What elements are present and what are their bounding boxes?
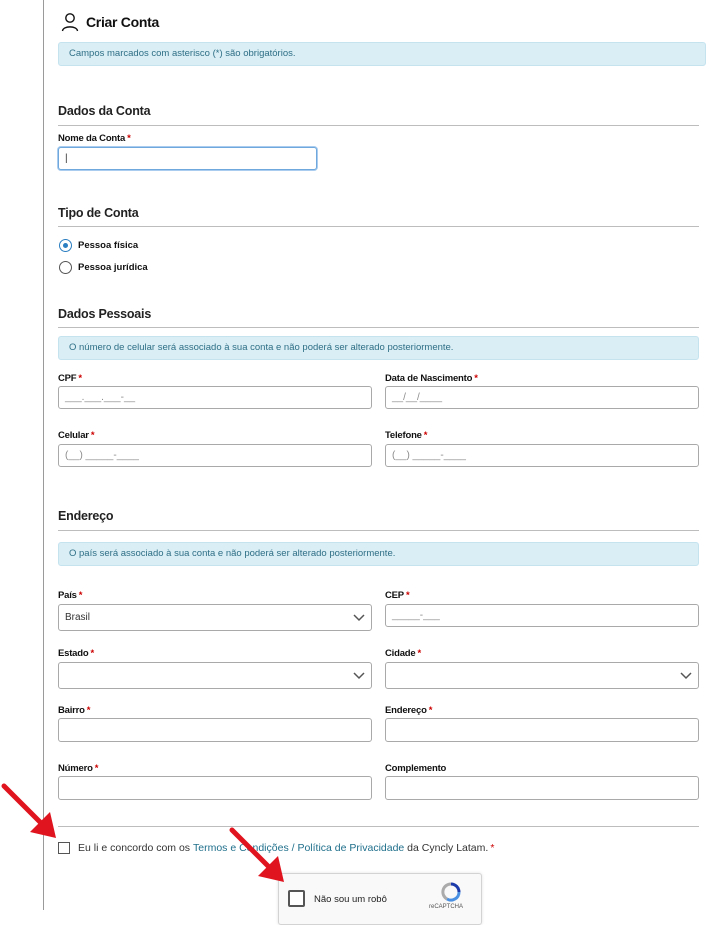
birth-date-input[interactable]: __/__/____ [385, 386, 699, 409]
terms-text-prefix: Eu li e concordo com os [78, 842, 193, 854]
cep-input[interactable]: _____-___ [385, 604, 699, 627]
cpf-input[interactable]: ___.___.___-__ [58, 386, 372, 409]
mobile-input[interactable]: (__) _____-____ [58, 444, 372, 467]
recaptcha-brand: reCAPTCHA [429, 904, 464, 910]
country-label: País * [58, 590, 83, 601]
street-input[interactable] [385, 718, 699, 742]
radio-button[interactable] [59, 261, 72, 274]
required-fields-notice: Campos marcados com asterisco (*) são ob… [58, 42, 706, 66]
recaptcha-label: Não sou um robô [314, 894, 387, 905]
state-label: Estado * [58, 648, 94, 659]
state-select[interactable] [58, 662, 372, 689]
district-input[interactable] [58, 718, 372, 742]
birth-date-label: Data de Nascimento * [385, 373, 478, 384]
placeholder: __/__/____ [392, 392, 443, 403]
divider [58, 530, 699, 531]
cpf-label: CPF * [58, 373, 82, 384]
divider [58, 327, 699, 328]
city-select[interactable] [385, 662, 699, 689]
terms-privacy-link[interactable]: Termos e Condições / Política de Privaci… [193, 842, 404, 854]
placeholder: ___.___.___-__ [65, 392, 136, 403]
number-label: Número * [58, 763, 99, 774]
divider [58, 125, 699, 126]
radio-button-checked[interactable] [59, 239, 72, 252]
chevron-down-icon [353, 613, 365, 621]
section-title-account-type: Tipo de Conta [58, 206, 139, 220]
street-label: Endereço * [385, 705, 433, 716]
placeholder: (__) _____-____ [392, 450, 466, 461]
radio-label: Pessoa jurídica [78, 262, 148, 273]
required-mark: * [490, 842, 495, 854]
create-account-form: Criar Conta Campos marcados com asterisc… [43, 0, 711, 925]
terms-text-suffix: da Cyncly Latam. [404, 842, 489, 854]
chevron-down-icon [353, 671, 365, 679]
page-title: Criar Conta [86, 14, 159, 30]
number-input[interactable] [58, 776, 372, 800]
account-name-input[interactable]: | [58, 147, 317, 170]
select-value: Brasil [65, 612, 91, 623]
annotation-arrow-icon [1, 783, 56, 838]
country-notice: O país será associado à sua conta e não … [58, 542, 699, 566]
radio-option-individual[interactable]: Pessoa física [59, 239, 138, 252]
form-header: Criar Conta [60, 10, 159, 34]
user-icon [61, 13, 79, 32]
chevron-down-icon [680, 671, 692, 679]
phone-input[interactable]: (__) _____-____ [385, 444, 699, 467]
country-select[interactable]: Brasil [58, 604, 372, 631]
divider [58, 826, 699, 827]
text-cursor: | [65, 153, 68, 164]
annotation-arrow-icon [229, 827, 284, 882]
city-label: Cidade * [385, 648, 421, 659]
recaptcha-logo-icon [441, 882, 461, 902]
account-name-label: Nome da Conta * [58, 133, 131, 144]
recaptcha-widget: Não sou um robô reCAPTCHA [278, 873, 482, 925]
placeholder: (__) _____-____ [65, 450, 139, 461]
complement-input[interactable] [385, 776, 699, 800]
section-title-account: Dados da Conta [58, 104, 151, 118]
divider [58, 226, 699, 227]
cep-label: CEP * [385, 590, 410, 601]
radio-label: Pessoa física [78, 240, 139, 251]
placeholder: _____-___ [392, 610, 440, 621]
district-label: Bairro * [58, 705, 91, 716]
recaptcha-checkbox[interactable] [288, 890, 305, 907]
mobile-notice: O número de celular será associado à sua… [58, 336, 699, 360]
phone-label: Telefone * [385, 430, 428, 441]
section-title-address: Endereço [58, 509, 114, 523]
radio-option-company[interactable]: Pessoa jurídica [59, 261, 148, 274]
mobile-label: Celular * [58, 430, 95, 441]
complement-label: Complemento [385, 763, 447, 774]
section-title-personal: Dados Pessoais [58, 307, 152, 321]
